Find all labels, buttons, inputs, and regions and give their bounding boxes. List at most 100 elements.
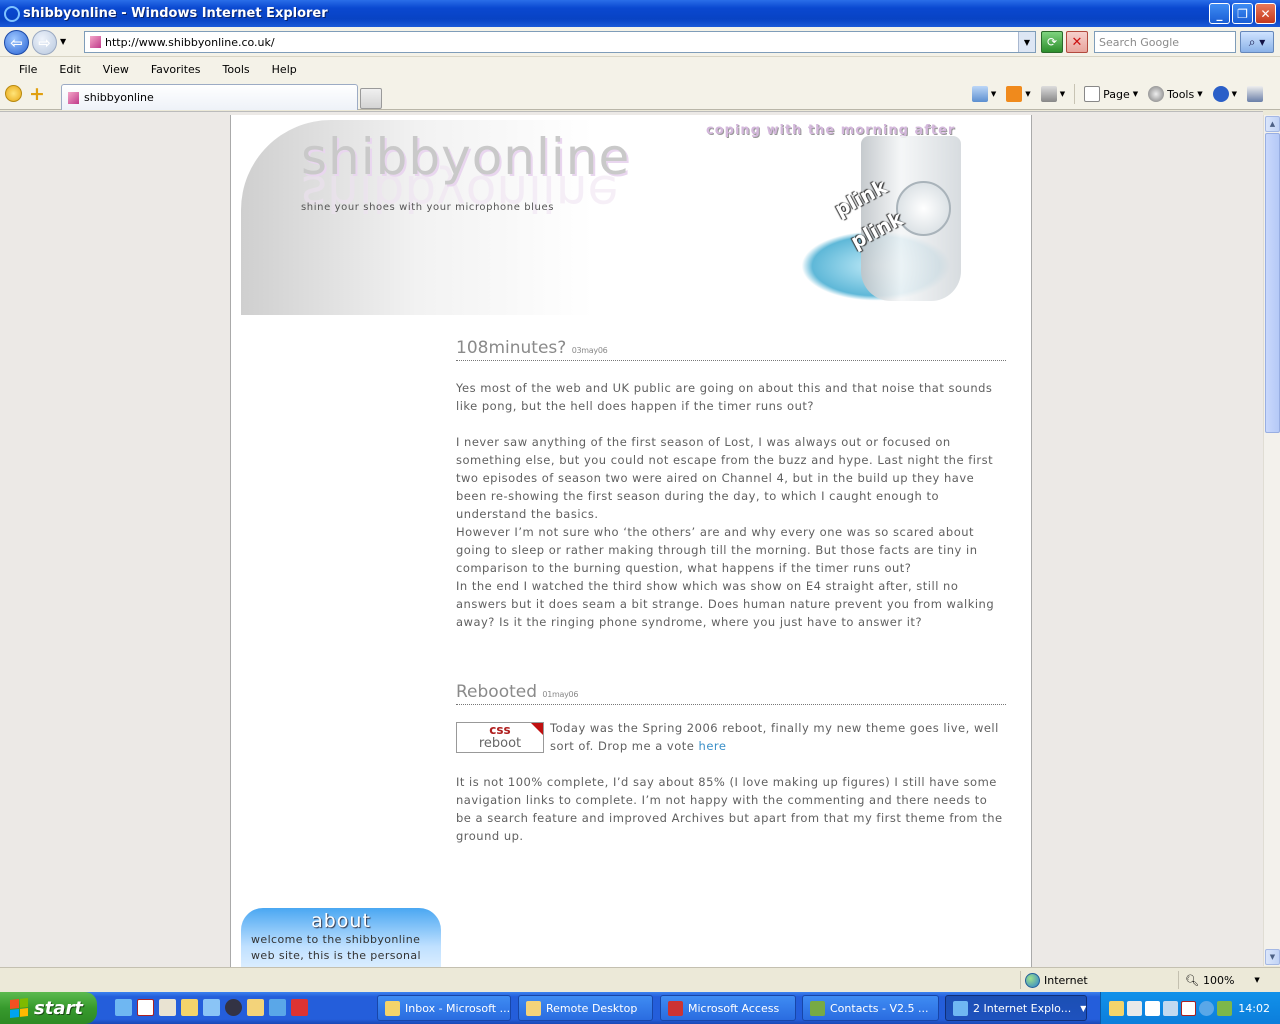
app-quicklaunch-icon[interactable] (159, 999, 176, 1016)
tray-icon-5[interactable] (1181, 1000, 1196, 1016)
back-button[interactable]: ⇦ (4, 30, 29, 55)
page-viewport: shibbyonline shibbyonline shine your sho… (0, 111, 1263, 967)
feeds-button[interactable]: ▼ (1003, 84, 1033, 104)
window-title: shibbyonline - Windows Internet Explorer (23, 6, 328, 21)
forward-button[interactable]: ⇨ (32, 30, 57, 55)
rss-icon (1006, 86, 1023, 102)
print-button[interactable]: ▼ (1038, 84, 1068, 104)
page-menu-label: Page (1103, 87, 1130, 101)
tab-shibbyonline[interactable]: shibbyonline (61, 84, 358, 110)
add-favorite-icon[interactable]: + (29, 83, 45, 105)
site-header: shibbyonline shibbyonline shine your sho… (241, 120, 1021, 315)
minimize-button[interactable]: _ (1209, 3, 1230, 24)
vertical-scrollbar[interactable]: ▲ ▼ (1263, 115, 1280, 966)
page-menu[interactable]: Page ▼ (1081, 84, 1141, 104)
post-paragraph: In the end I watched the third show whic… (456, 579, 995, 629)
outlook-quicklaunch-icon[interactable] (181, 999, 198, 1016)
help-button[interactable]: ▼ (1210, 84, 1240, 104)
menu-edit[interactable]: Edit (48, 63, 91, 76)
post-paragraph: It is not 100% complete, I’d say about 8… (456, 775, 1003, 843)
site-page: shibbyonline shibbyonline shine your sho… (230, 115, 1032, 967)
post-date: 03may06 (571, 346, 608, 355)
site-tagline: shine your shoes with your microphone bl… (301, 202, 555, 213)
tray-icon-1[interactable] (1109, 1000, 1124, 1016)
address-url: http://www.shibbyonline.co.uk/ (105, 35, 275, 49)
print-icon (1040, 86, 1057, 102)
vote-here-link[interactable]: here (699, 739, 727, 753)
page-icon (90, 36, 101, 48)
post-title[interactable]: Rebooted 01may06 (456, 682, 1006, 705)
command-bar: ▼ ▼ ▼ Page ▼ Tools ▼ ▼ (969, 84, 1266, 104)
page-icon (1084, 86, 1101, 102)
tray-icon-6[interactable] (1199, 1000, 1214, 1016)
search-button[interactable]: ⌕ ▾ (1240, 31, 1274, 53)
post-date: 01may06 (542, 690, 579, 699)
menu-view[interactable]: View (92, 63, 140, 76)
post-paragraph: I never saw anything of the first season… (456, 435, 994, 521)
scroll-down-button[interactable]: ▼ (1265, 949, 1280, 965)
recent-pages-dropdown[interactable]: ▼ (60, 37, 66, 46)
clock[interactable]: 14:02 (1238, 1002, 1270, 1015)
address-toolbar: ⇦ ⇨ ▼ http://www.shibbyonline.co.uk/ ▼ ⟳… (0, 27, 1280, 57)
ie2-quicklaunch-icon[interactable] (203, 999, 220, 1016)
zoom-control[interactable]: 🔍︎ 100% ▼ (1178, 971, 1260, 989)
taskbar-microsoft-access[interactable]: Microsoft Access (660, 995, 796, 1021)
zoom-icon: 🔍︎ (1185, 973, 1199, 987)
tray-icon-3[interactable] (1145, 1000, 1160, 1016)
tools-menu-label: Tools (1167, 87, 1195, 101)
ie-quicklaunch-icon[interactable] (115, 999, 132, 1016)
taskbar-inbox[interactable]: Inbox - Microsoft ... (377, 995, 511, 1021)
address-dropdown[interactable]: ▼ (1018, 32, 1035, 52)
post-108minutes: 108minutes? 03may06 Yes most of the web … (456, 338, 1006, 631)
about-panel: about welcome to the shibbyonline web si… (241, 908, 441, 967)
help-icon (1212, 86, 1229, 102)
tray-icon-4[interactable] (1163, 1000, 1178, 1016)
research-button[interactable] (1244, 84, 1266, 104)
zoom-level: 100% (1202, 973, 1235, 987)
refresh-button[interactable]: ⟳ (1041, 31, 1063, 53)
fizzing-glass-image: plink plink (801, 136, 971, 311)
media-quicklaunch-icon[interactable] (225, 999, 242, 1016)
menu-bar: File Edit View Favorites Tools Help (0, 57, 1280, 81)
address-field[interactable]: http://www.shibbyonline.co.uk/ ▼ (84, 31, 1036, 53)
about-title: about (311, 910, 371, 932)
tab-bar: + shibbyonline ▼ ▼ ▼ Page ▼ Tools ▼ ▼ (0, 81, 1280, 110)
tray-icon-2[interactable] (1127, 1000, 1142, 1016)
messenger-quicklaunch-icon[interactable] (269, 999, 286, 1016)
menu-help[interactable]: Help (261, 63, 308, 76)
home-icon (971, 86, 988, 102)
folder-quicklaunch-icon[interactable] (247, 999, 264, 1016)
restore-button[interactable]: ❐ (1232, 3, 1253, 24)
taskbar-contacts[interactable]: Contacts - V2.5 ... (802, 995, 939, 1021)
post-paragraph: However I’m not sure who ‘the others’ ar… (456, 525, 978, 575)
menu-favorites[interactable]: Favorites (140, 63, 212, 76)
post-rebooted: Rebooted 01may06 css reboot Today was th… (456, 682, 1006, 845)
home-button[interactable]: ▼ (969, 84, 999, 104)
app2-quicklaunch-icon[interactable] (291, 999, 308, 1016)
zone-label: Internet (1044, 973, 1088, 987)
gear-icon (1148, 86, 1165, 102)
page-icon (68, 92, 79, 104)
search-input[interactable]: Search Google (1094, 31, 1236, 53)
start-button[interactable]: start (0, 992, 97, 1024)
menu-file[interactable]: File (8, 63, 48, 76)
about-text: welcome to the shibbyonline web site, th… (251, 933, 422, 967)
new-tab-button[interactable] (360, 88, 382, 109)
window-title-bar: shibbyonline - Windows Internet Explorer… (0, 0, 1280, 27)
close-button[interactable]: ✕ (1255, 3, 1276, 24)
css-reboot-badge[interactable]: css reboot (456, 722, 544, 753)
tab-title: shibbyonline (84, 91, 154, 104)
stop-button[interactable]: ✕ (1066, 31, 1088, 53)
security-zone[interactable]: Internet (1020, 971, 1088, 989)
menu-tools[interactable]: Tools (212, 63, 261, 76)
vc-quicklaunch-icon[interactable] (137, 999, 154, 1016)
scroll-up-button[interactable]: ▲ (1265, 116, 1280, 132)
tray-icon-7[interactable] (1217, 1000, 1232, 1016)
scroll-thumb[interactable] (1265, 133, 1280, 433)
taskbar-internet-explorer-group[interactable]: 2 Internet Explo... ▼ (945, 995, 1087, 1021)
taskbar-remote-desktop[interactable]: Remote Desktop (518, 995, 653, 1021)
tools-menu[interactable]: Tools ▼ (1145, 84, 1206, 104)
favorites-center-icon[interactable] (5, 85, 22, 102)
post-title[interactable]: 108minutes? 03may06 (456, 338, 1006, 361)
site-name[interactable]: shibbyonline (301, 128, 630, 186)
